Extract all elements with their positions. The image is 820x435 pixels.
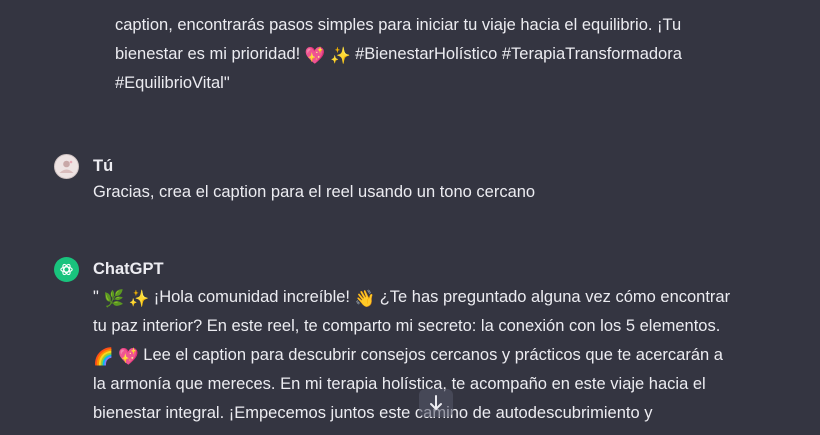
text-segment: tu paz interior? En este reel, te compar… bbox=[93, 317, 721, 335]
emoji-icon: 👋 bbox=[354, 290, 376, 308]
emoji-icon: 💖 bbox=[118, 348, 139, 366]
assistant-author-name: ChatGPT bbox=[93, 260, 164, 278]
text-segment: ¿Te has preguntado alguna vez cómo encon… bbox=[375, 288, 731, 306]
message-line: bienestar es mi prioridad! 💖 ✨ #Bienesta… bbox=[115, 40, 682, 71]
scroll-to-bottom-button[interactable] bbox=[419, 389, 453, 417]
message-line: bienestar integral. ¡Empecemos juntos es… bbox=[93, 399, 652, 428]
text-segment: #BienestarHolístico #TerapiaTransformado… bbox=[350, 45, 682, 63]
openai-logo-icon bbox=[54, 257, 79, 282]
message-line: la armonía que mereces. En mi terapia ho… bbox=[93, 370, 706, 399]
text-segment: #EquilibrioVital" bbox=[115, 74, 230, 92]
emoji-icon: 🌈 bbox=[93, 348, 114, 366]
user-avatar-icon bbox=[54, 154, 79, 179]
message-line: caption, encontrarás pasos simples para … bbox=[115, 11, 681, 40]
emoji-icon: 💖 bbox=[304, 47, 326, 65]
text-segment: " bbox=[93, 288, 104, 306]
arrow-down-icon bbox=[430, 395, 442, 410]
user-author-name: Tú bbox=[93, 157, 114, 175]
user-message-text: Gracias, crea el caption para el reel us… bbox=[93, 183, 536, 201]
emoji-icon: ✨ bbox=[128, 290, 150, 308]
text-segment: Lee el caption para descubrir consejos c… bbox=[138, 346, 723, 364]
text-segment: bienestar integral. ¡Empecemos juntos es… bbox=[93, 404, 653, 422]
message-line: " 🌿 ✨ ¡Hola comunidad increíble! 👋 ¿Te h… bbox=[93, 283, 730, 314]
chat-thread: caption, encontrarás pasos simples para … bbox=[0, 0, 820, 435]
message-line: #EquilibrioVital" bbox=[115, 69, 230, 98]
message-line: tu paz interior? En este reel, te compar… bbox=[93, 312, 720, 341]
text-segment: ¡Hola comunidad increíble! bbox=[149, 288, 355, 306]
message-line: 🌈 💖 Lee el caption para descubrir consej… bbox=[93, 341, 723, 372]
text-segment: bienestar es mi prioridad! bbox=[115, 45, 305, 63]
emoji-icon: 🌿 bbox=[103, 290, 124, 308]
emoji-icon: ✨ bbox=[329, 47, 351, 65]
text-segment: la armonía que mereces. En mi terapia ho… bbox=[93, 375, 706, 393]
text-segment: caption, encontrarás pasos simples para … bbox=[115, 16, 682, 34]
